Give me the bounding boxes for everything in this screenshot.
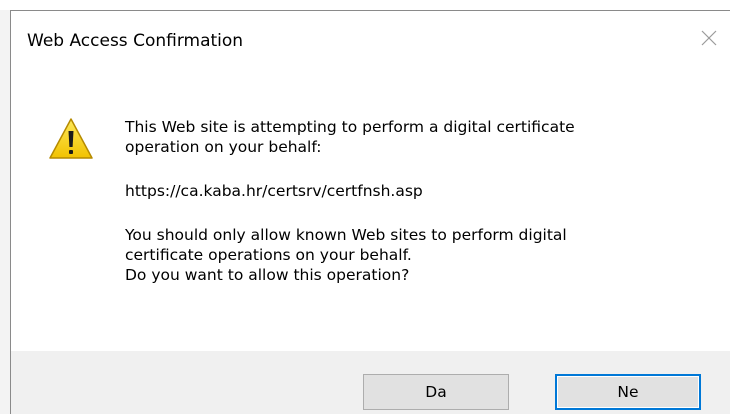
desktop-background-left bbox=[0, 10, 10, 414]
no-button-label: Ne bbox=[617, 383, 639, 401]
message-line: You should only allow known Web sites to… bbox=[125, 226, 567, 244]
button-bar: Da Ne bbox=[11, 351, 730, 414]
desktop-background-top bbox=[0, 0, 730, 10]
title-bar[interactable]: Web Access Confirmation bbox=[11, 11, 730, 73]
yes-button[interactable]: Da bbox=[363, 374, 509, 410]
message-line: certificate operations on your behalf. bbox=[125, 246, 412, 264]
window-title: Web Access Confirmation bbox=[27, 31, 244, 51]
message-line: operation on your behalf: bbox=[125, 138, 322, 156]
web-access-confirmation-dialog: Web Access Confirmation This Web site is… bbox=[10, 10, 730, 414]
close-icon bbox=[701, 30, 717, 46]
no-button[interactable]: Ne bbox=[555, 374, 701, 410]
warning-icon bbox=[48, 117, 94, 161]
message-text: This Web site is attempting to perform a… bbox=[125, 117, 715, 285]
yes-button-label: Da bbox=[425, 383, 447, 401]
message-url: https://ca.kaba.hr/certsrv/certfnsh.asp bbox=[125, 182, 423, 200]
message-question: Do you want to allow this operation? bbox=[125, 266, 410, 284]
dialog-content: This Web site is attempting to perform a… bbox=[11, 73, 730, 351]
close-button[interactable] bbox=[692, 21, 726, 55]
message-line: This Web site is attempting to perform a… bbox=[125, 118, 575, 136]
